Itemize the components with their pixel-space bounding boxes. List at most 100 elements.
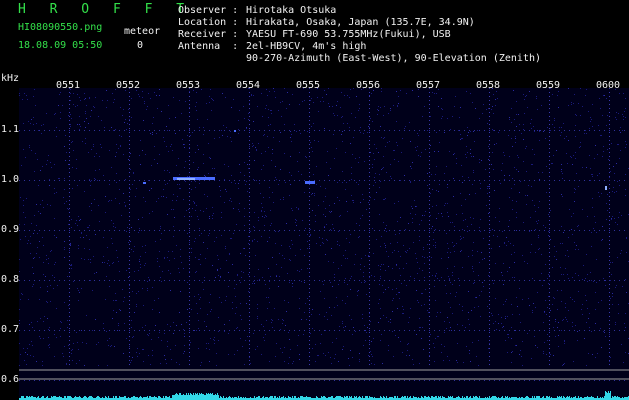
noise-speck bbox=[442, 216, 443, 217]
noise-speck bbox=[479, 162, 480, 163]
grid-dot bbox=[239, 380, 240, 381]
noise-speck bbox=[135, 196, 136, 197]
grid-dot bbox=[249, 192, 250, 193]
noise-speck bbox=[610, 171, 611, 172]
noise-speck bbox=[364, 266, 365, 267]
grid-dot bbox=[539, 180, 540, 181]
grid-dot bbox=[534, 280, 535, 281]
noise-speck bbox=[217, 270, 218, 271]
noise-speck bbox=[465, 327, 466, 328]
grid-dot bbox=[129, 160, 130, 161]
noise-speck bbox=[266, 89, 267, 90]
grid-dot bbox=[54, 280, 55, 281]
noise-speck bbox=[27, 354, 28, 355]
noise-speck bbox=[504, 242, 505, 243]
noise-speck bbox=[170, 273, 171, 274]
noise-speck bbox=[88, 227, 89, 228]
noise-speck bbox=[591, 232, 592, 233]
grid-dot bbox=[144, 180, 145, 181]
noise-speck bbox=[439, 184, 440, 185]
noise-speck bbox=[336, 338, 337, 339]
grid-dot bbox=[69, 232, 70, 233]
grid-dot bbox=[429, 272, 430, 273]
grid-dot bbox=[249, 280, 250, 281]
noise-speck bbox=[532, 149, 533, 150]
noise-speck bbox=[370, 351, 371, 352]
baseline-bar bbox=[51, 396, 52, 400]
noise-speck bbox=[425, 211, 426, 212]
grid-dot bbox=[309, 164, 310, 165]
noise-speck bbox=[374, 364, 375, 365]
grid-dot bbox=[189, 220, 190, 221]
noise-speck bbox=[390, 164, 391, 165]
noise-speck bbox=[164, 257, 165, 258]
noise-speck bbox=[421, 220, 422, 221]
grid-dot bbox=[189, 212, 190, 213]
noise-speck bbox=[438, 89, 439, 90]
noise-speck bbox=[56, 237, 57, 238]
noise-speck bbox=[515, 136, 516, 137]
noise-speck bbox=[347, 123, 348, 124]
noise-speck bbox=[203, 134, 204, 135]
noise-speck bbox=[337, 305, 338, 306]
noise-speck bbox=[71, 265, 72, 266]
grid-dot bbox=[549, 348, 550, 349]
grid-dot bbox=[129, 256, 130, 257]
baseline-bar bbox=[436, 396, 437, 400]
grid-dot bbox=[149, 130, 150, 131]
noise-speck bbox=[264, 134, 265, 135]
noise-speck bbox=[230, 137, 231, 138]
noise-speck bbox=[149, 333, 150, 334]
noise-speck bbox=[268, 297, 269, 298]
noise-speck bbox=[610, 298, 611, 299]
noise-speck bbox=[64, 146, 65, 147]
grid-dot bbox=[74, 330, 75, 331]
noise-speck bbox=[491, 313, 492, 314]
noise-speck bbox=[311, 314, 312, 315]
grid-dot bbox=[609, 220, 610, 221]
noise-speck bbox=[478, 365, 479, 366]
grid-dot bbox=[189, 288, 190, 289]
noise-speck bbox=[503, 284, 504, 285]
baseline-bar bbox=[549, 396, 550, 400]
grid-dot bbox=[309, 308, 310, 309]
noise-speck bbox=[322, 281, 323, 282]
noise-speck bbox=[460, 236, 461, 237]
noise-speck bbox=[620, 253, 621, 254]
noise-speck bbox=[43, 338, 44, 339]
noise-speck bbox=[123, 193, 124, 194]
grid-dot bbox=[154, 180, 155, 181]
noise-speck bbox=[509, 220, 510, 221]
noise-speck bbox=[106, 107, 107, 108]
grid-dot bbox=[529, 330, 530, 331]
noise-speck bbox=[359, 361, 360, 362]
baseline-bar bbox=[91, 396, 92, 400]
grid-dot bbox=[534, 330, 535, 331]
noise-speck bbox=[199, 127, 200, 128]
baseline-bar bbox=[606, 392, 607, 400]
grid-dot bbox=[489, 144, 490, 145]
noise-speck bbox=[184, 144, 185, 145]
noise-speck bbox=[444, 332, 445, 333]
noise-speck bbox=[91, 110, 92, 111]
baseline-bar bbox=[383, 396, 384, 400]
noise-speck bbox=[91, 210, 92, 211]
noise-speck bbox=[77, 288, 78, 289]
grid-dot bbox=[89, 330, 90, 331]
baseline-bar bbox=[216, 395, 217, 400]
noise-speck bbox=[293, 361, 294, 362]
noise-speck bbox=[79, 220, 80, 221]
noise-speck bbox=[280, 102, 281, 103]
noise-speck bbox=[417, 133, 418, 134]
noise-speck bbox=[427, 257, 428, 258]
noise-speck bbox=[571, 216, 572, 217]
grid-dot bbox=[264, 230, 265, 231]
noise-speck bbox=[152, 211, 153, 212]
noise-speck bbox=[587, 308, 588, 309]
baseline-bar bbox=[362, 396, 363, 400]
noise-speck bbox=[512, 178, 513, 179]
noise-speck bbox=[491, 248, 492, 249]
noise-speck bbox=[612, 262, 613, 263]
noise-speck bbox=[479, 227, 480, 228]
grid-dot bbox=[264, 380, 265, 381]
